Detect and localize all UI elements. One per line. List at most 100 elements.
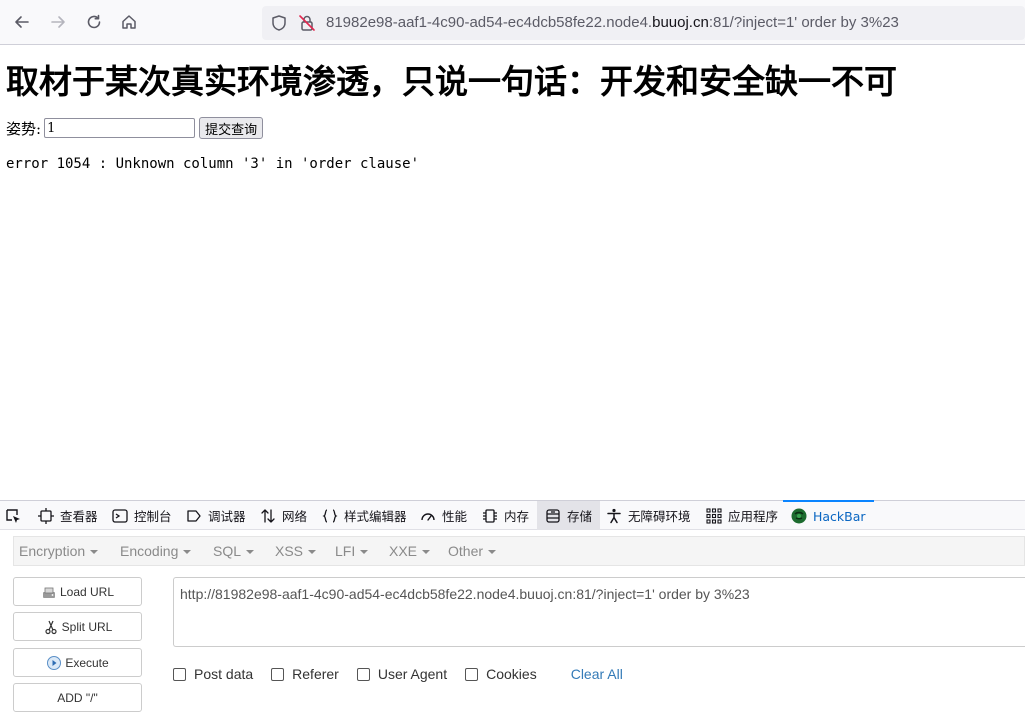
clear-all-link[interactable]: Clear All — [571, 666, 623, 682]
menu-other[interactable]: Other — [448, 543, 497, 559]
menu-label: SQL — [213, 543, 242, 559]
checkbox-label: Cookies — [486, 666, 537, 682]
url-suffix: :81/?inject=1' order by 3%23 — [708, 14, 899, 31]
menu-label: XSS — [275, 543, 304, 559]
tab-hackbar[interactable]: HackBar — [783, 500, 874, 530]
inject-form: 姿势: 提交查询 — [6, 117, 264, 139]
tab-label: 网络 — [282, 509, 308, 524]
user-agent-checkbox[interactable]: User Agent — [356, 666, 448, 682]
back-button[interactable] — [8, 8, 36, 36]
forward-button[interactable] — [44, 8, 72, 36]
tab-label: 查看器 — [60, 509, 98, 524]
caret-down-icon — [308, 550, 317, 555]
tab-accessibility[interactable]: 无障碍环境 — [606, 501, 691, 530]
menu-xxe[interactable]: XXE — [389, 543, 431, 559]
load-url-button[interactable]: Load URL — [13, 577, 142, 606]
back-arrow-icon — [15, 16, 29, 28]
url-text[interactable]: 81982e98-aaf1-4c90-ad54-ec4dcb58fe22.nod… — [326, 14, 899, 31]
post-data-checkbox[interactable]: Post data — [173, 666, 253, 682]
menu-lfi[interactable]: LFI — [335, 543, 369, 559]
input-label: 姿势: — [6, 119, 42, 138]
menu-sql[interactable]: SQL — [213, 543, 255, 559]
browser-toolbar: 81982e98-aaf1-4c90-ad54-ec4dcb58fe22.nod… — [0, 0, 1025, 45]
tab-style-editor[interactable]: 样式编辑器 — [322, 501, 407, 530]
caret-down-icon — [360, 550, 369, 555]
debugger-icon — [187, 509, 201, 522]
checkbox-box[interactable] — [271, 667, 285, 681]
caret-down-icon — [422, 550, 431, 555]
scissors-icon — [45, 620, 57, 634]
page-title: 取材于某次真实环境渗透，只说一句话：开发和安全缺一不可 — [6, 62, 897, 101]
button-label: ADD "/" — [57, 690, 98, 705]
caret-down-icon — [488, 550, 497, 555]
menu-label: XXE — [389, 543, 418, 559]
tab-inspector[interactable]: 查看器 — [38, 501, 98, 530]
tab-label: 样式编辑器 — [344, 509, 407, 524]
error-message: error 1054 : Unknown column '3' in 'orde… — [6, 156, 420, 172]
address-bar[interactable]: 81982e98-aaf1-4c90-ad54-ec4dcb58fe22.nod… — [262, 6, 1025, 40]
devtools-tab-bar: 查看器 控制台 调试器 网络 样式编辑器 性能 内存 存储 无障碍环境 应用程序… — [0, 500, 1025, 530]
tab-label: 应用程序 — [728, 509, 779, 524]
reload-button[interactable] — [80, 8, 108, 36]
cookies-checkbox[interactable]: Cookies — [465, 666, 537, 682]
performance-icon — [421, 512, 435, 521]
button-label: Execute — [65, 655, 109, 670]
execute-button[interactable]: Execute — [13, 648, 142, 677]
storage-icon — [546, 508, 560, 523]
tab-storage[interactable]: 存储 — [537, 501, 601, 530]
inject-input[interactable] — [44, 118, 196, 138]
forward-arrow-icon — [51, 16, 65, 28]
split-url-button[interactable]: Split URL — [13, 612, 142, 641]
tab-label: 存储 — [567, 509, 593, 524]
tab-label: 控制台 — [134, 509, 172, 524]
caret-down-icon — [183, 550, 192, 555]
element-picker-icon[interactable] — [4, 507, 22, 525]
home-button[interactable] — [115, 8, 143, 36]
insecure-lock-icon[interactable] — [298, 14, 316, 32]
submit-button[interactable]: 提交查询 — [199, 117, 264, 139]
menu-label: Encryption — [19, 543, 86, 559]
url-prefix: 81982e98-aaf1-4c90-ad54-ec4dcb58fe22.nod… — [326, 14, 653, 31]
hackbar-options: Post data Referer User Agent Cookies Cle… — [173, 664, 623, 684]
shield-icon[interactable] — [270, 14, 288, 32]
inspector-icon — [38, 507, 54, 524]
tab-label: HackBar — [813, 508, 866, 524]
caret-down-icon — [246, 550, 255, 555]
tab-label: 无障碍环境 — [628, 509, 691, 524]
checkbox-label: User Agent — [377, 666, 448, 682]
menu-encoding[interactable]: Encoding — [120, 543, 192, 559]
play-icon — [47, 655, 62, 670]
console-icon — [112, 508, 128, 523]
reload-icon — [87, 14, 101, 29]
tab-console[interactable]: 控制台 — [112, 501, 172, 530]
tab-application[interactable]: 应用程序 — [706, 501, 778, 530]
memory-icon — [483, 508, 497, 523]
url-textarea[interactable]: http://81982e98-aaf1-4c90-ad54-ec4dcb58f… — [173, 577, 1025, 647]
referer-checkbox[interactable]: Referer — [271, 666, 339, 682]
checkbox-label: Post data — [194, 666, 254, 682]
style-editor-icon — [322, 508, 338, 523]
application-icon — [706, 507, 722, 524]
page-content: 取材于某次真实环境渗透，只说一句话：开发和安全缺一不可 姿势: 提交查询 err… — [0, 45, 1025, 500]
tab-network[interactable]: 网络 — [260, 501, 307, 530]
menu-label: Encoding — [120, 543, 179, 559]
hackbar-menu: Encryption Encoding SQL XSS LFI XXE Othe… — [13, 536, 1025, 566]
checkbox-label: Referer — [292, 666, 339, 682]
tab-label: 性能 — [442, 509, 468, 524]
tab-performance[interactable]: 性能 — [420, 501, 467, 530]
accessibility-icon — [607, 508, 621, 523]
checkbox-box[interactable] — [356, 667, 370, 681]
menu-xss[interactable]: XSS — [275, 543, 317, 559]
tab-debugger[interactable]: 调试器 — [186, 501, 246, 530]
url-domain: buuoj.cn — [652, 14, 709, 31]
tab-label: 调试器 — [208, 509, 246, 524]
checkbox-box[interactable] — [173, 667, 186, 681]
add-slash-button[interactable]: ADD "/" — [13, 683, 142, 712]
menu-encryption[interactable]: Encryption — [19, 543, 99, 559]
button-label: Split URL — [61, 619, 113, 634]
checkbox-box[interactable] — [465, 667, 479, 681]
load-url-icon — [42, 587, 55, 598]
hackbar-panel: Encryption Encoding SQL XSS LFI XXE Othe… — [0, 530, 1025, 723]
tab-memory[interactable]: 内存 — [482, 501, 529, 530]
menu-label: LFI — [335, 543, 356, 559]
